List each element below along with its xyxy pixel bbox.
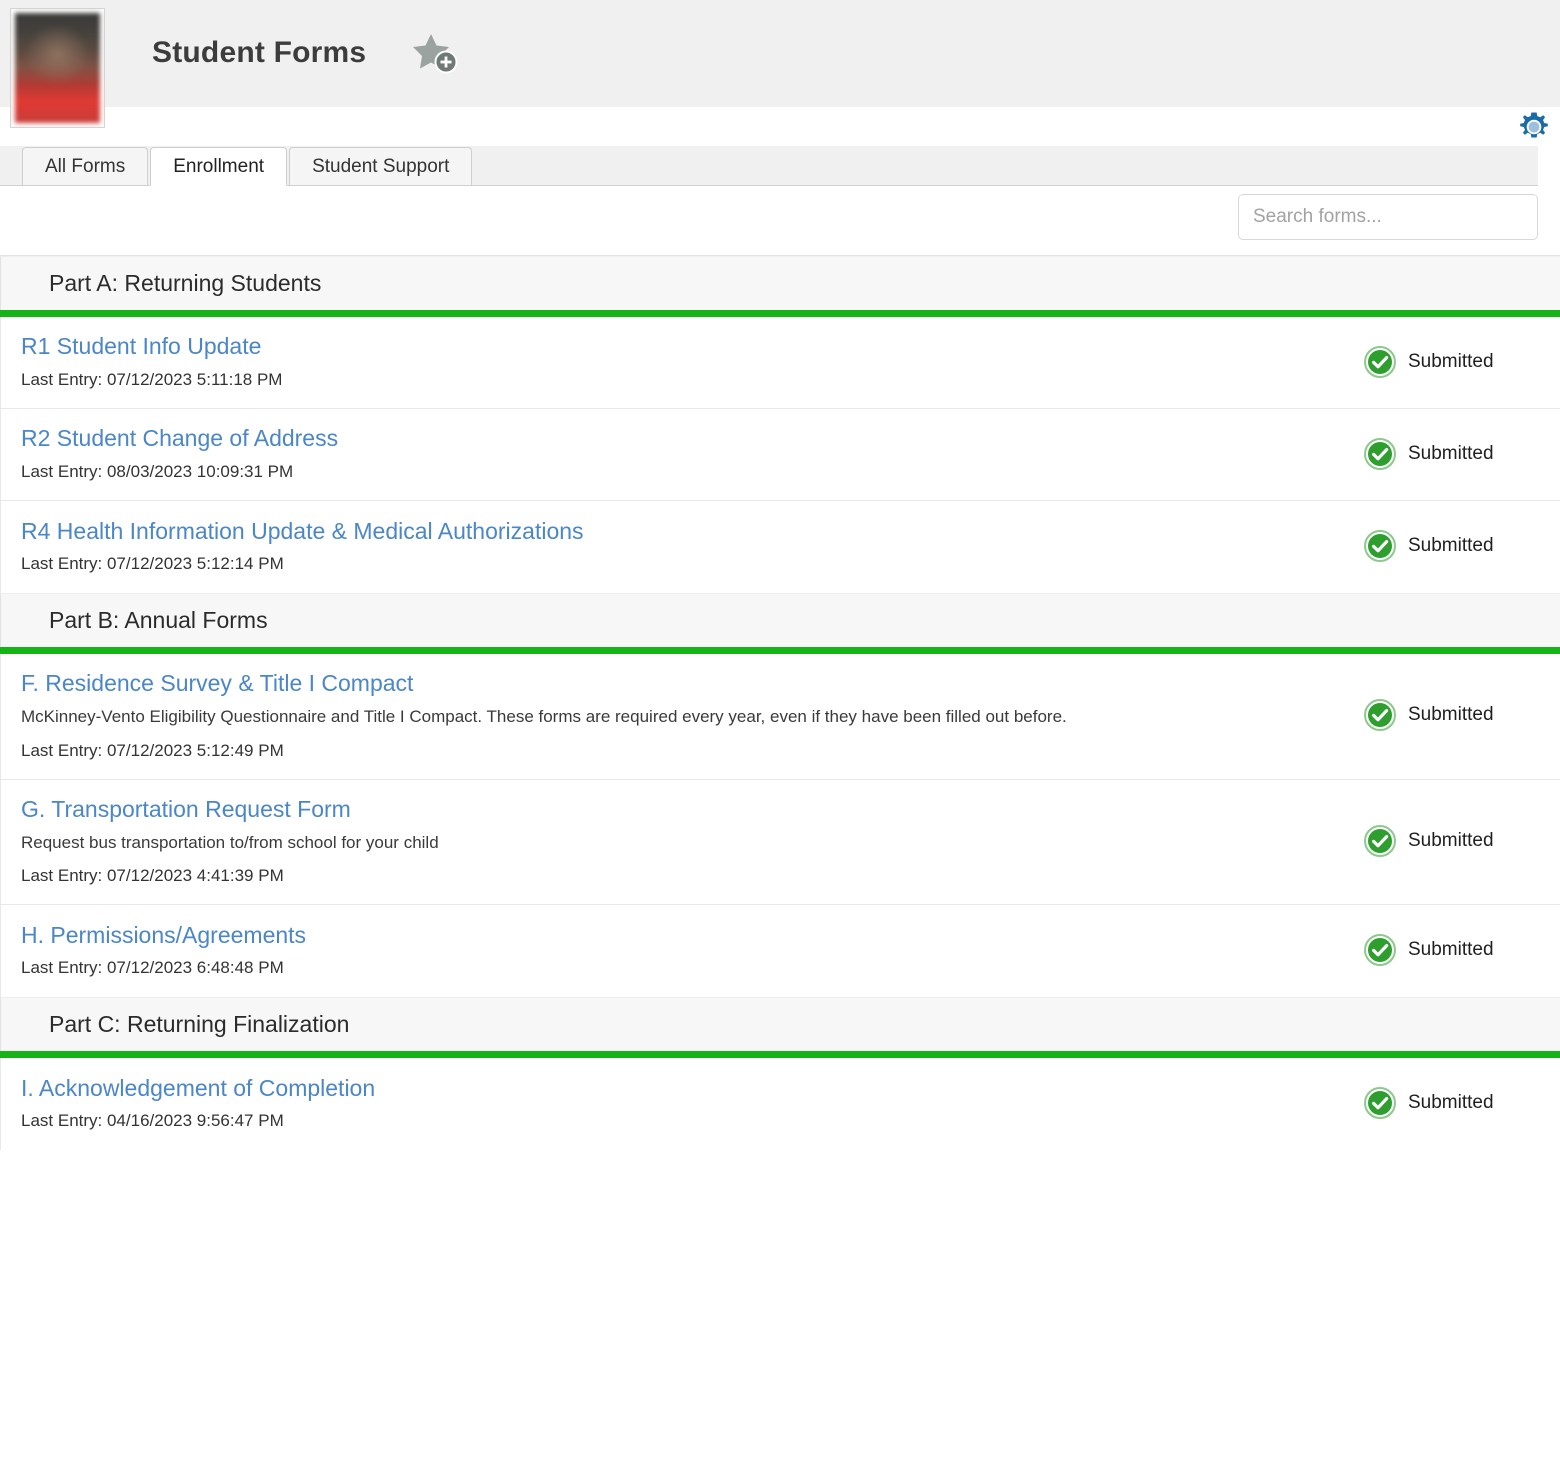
form-last-entry: Last Entry: 08/03/2023 10:09:31 PM <box>21 461 294 481</box>
check-circle-icon <box>1364 824 1396 857</box>
section-header: Part A: Returning Students <box>0 256 1560 310</box>
status-badge: Submitted <box>1350 437 1540 470</box>
form-description: Request bus transportation to/from schoo… <box>21 832 439 852</box>
status-label: Submitted <box>1408 829 1494 851</box>
status-badge: Submitted <box>1350 824 1540 857</box>
check-circle-icon <box>1364 934 1396 967</box>
status-badge: Submitted <box>1350 934 1540 967</box>
status-label: Submitted <box>1408 939 1494 961</box>
section-title: Part A: Returning Students <box>49 270 322 296</box>
form-last-entry: Last Entry: 07/12/2023 5:11:18 PM <box>21 369 283 389</box>
form-details: G. Transportation Request Form Request bu… <box>21 796 1350 887</box>
section-header: Part B: Annual Forms <box>0 593 1560 647</box>
tab-all-forms[interactable]: All Forms <box>22 147 149 186</box>
section-body: I. Acknowledgement of Completion Last Ent… <box>0 1058 1560 1151</box>
form-link[interactable]: I. Acknowledgement of Completion <box>21 1075 1330 1101</box>
form-details: H. Permissions/Agreements Last Entry: 07/… <box>21 922 1350 978</box>
form-link[interactable]: F. Residence Survey & Title I Compact <box>21 670 1330 696</box>
form-details: R1 Student Info Update Last Entry: 07/12/… <box>21 333 1350 389</box>
gear-icon[interactable] <box>1516 109 1552 145</box>
status-label: Submitted <box>1408 704 1494 726</box>
tabs: All Forms Enrollment Student Support <box>22 146 1538 186</box>
check-circle-icon <box>1364 699 1396 732</box>
form-link[interactable]: R2 Student Change of Address <box>21 425 1330 451</box>
tab-bar: All Forms Enrollment Student Support <box>0 146 1538 186</box>
section-header: Part C: Returning Finalization <box>0 997 1560 1052</box>
form-row: I. Acknowledgement of Completion Last Ent… <box>1 1058 1560 1151</box>
status-badge: Submitted <box>1350 345 1540 378</box>
form-section: Part A: Returning Students R1 Student Inf… <box>0 256 1560 593</box>
student-forms-page: Student Forms All Forms Enrollment Student… <box>0 0 1560 1477</box>
form-sections: Part A: Returning Students R1 Student Inf… <box>0 256 1560 1151</box>
form-last-entry: Last Entry: 07/12/2023 5:12:14 PM <box>21 554 284 574</box>
form-details: F. Residence Survey & Title I Compact McK… <box>21 670 1350 761</box>
search-area <box>0 186 1560 256</box>
check-circle-icon <box>1364 1087 1396 1120</box>
status-badge: Submitted <box>1350 699 1540 732</box>
tab-enrollment[interactable]: Enrollment <box>150 147 288 186</box>
check-circle-icon <box>1364 437 1396 470</box>
status-badge: Submitted <box>1350 530 1540 562</box>
form-last-entry: Last Entry: 07/12/2023 5:12:49 PM <box>21 740 284 760</box>
form-row: F. Residence Survey & Title I Compact McK… <box>1 654 1560 780</box>
form-details: I. Acknowledgement of Completion Last Ent… <box>21 1075 1350 1131</box>
form-row: R4 Health Information Update & Medical A… <box>1 501 1560 593</box>
section-body: R1 Student Info Update Last Entry: 07/12/… <box>0 317 1560 593</box>
form-link[interactable]: G. Transportation Request Form <box>21 796 1330 822</box>
page-title: Student Forms <box>152 36 367 69</box>
section-title: Part C: Returning Finalization <box>49 1011 350 1038</box>
avatar <box>10 8 105 128</box>
section-divider <box>0 647 1560 654</box>
check-circle-icon <box>1364 530 1396 562</box>
search-input[interactable] <box>1238 194 1538 240</box>
status-label: Submitted <box>1408 442 1494 464</box>
app-header: Student Forms <box>0 0 1560 128</box>
status-label: Submitted <box>1408 535 1494 556</box>
status-badge: Submitted <box>1350 1087 1540 1120</box>
form-last-entry: Last Entry: 07/12/2023 6:48:48 PM <box>21 958 284 978</box>
form-link[interactable]: H. Permissions/Agreements <box>21 922 1330 948</box>
form-section: Part C: Returning Finalization I. Acknowl… <box>0 997 1560 1151</box>
form-last-entry: Last Entry: 07/12/2023 4:41:39 PM <box>21 866 284 886</box>
avatar-photo <box>15 13 100 123</box>
section-body: F. Residence Survey & Title I Compact McK… <box>0 654 1560 998</box>
section-divider <box>0 1051 1560 1059</box>
form-row: R2 Student Change of Address Last Entry: … <box>1 409 1560 501</box>
form-details: R2 Student Change of Address Last Entry: … <box>21 425 1350 481</box>
star-add-icon[interactable] <box>410 28 462 80</box>
tab-student-support[interactable]: Student Support <box>289 147 473 186</box>
status-label: Submitted <box>1408 350 1494 372</box>
form-link[interactable]: R1 Student Info Update <box>21 333 1330 359</box>
form-row: R1 Student Info Update Last Entry: 07/12/… <box>1 317 1560 409</box>
form-details: R4 Health Information Update & Medical A… <box>21 518 1350 574</box>
status-label: Submitted <box>1408 1092 1494 1114</box>
toolbar-row <box>0 108 1560 146</box>
section-title: Part B: Annual Forms <box>49 607 268 633</box>
form-row: H. Permissions/Agreements Last Entry: 07/… <box>1 905 1560 998</box>
section-divider <box>0 310 1560 317</box>
form-description: McKinney-Vento Eligibility Questionnaire… <box>21 707 1067 727</box>
form-row: G. Transportation Request Form Request bu… <box>1 779 1560 906</box>
form-link[interactable]: R4 Health Information Update & Medical A… <box>21 518 1330 544</box>
check-circle-icon <box>1364 345 1396 378</box>
form-section: Part B: Annual Forms F. Residence Survey … <box>0 593 1560 998</box>
form-last-entry: Last Entry: 04/16/2023 9:56:47 PM <box>21 1111 284 1131</box>
